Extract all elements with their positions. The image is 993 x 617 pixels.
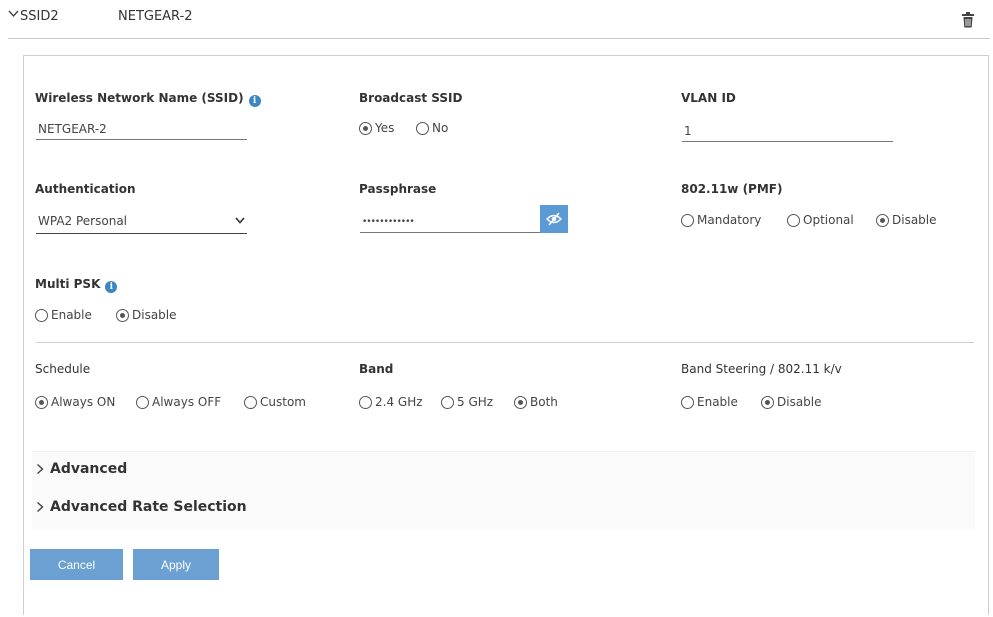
radio-label: Enable xyxy=(697,395,738,409)
advanced-toggle[interactable]: Advanced xyxy=(36,461,127,477)
radio-dot xyxy=(787,213,800,227)
radio-dot xyxy=(761,395,774,409)
radio-label: Always OFF xyxy=(152,395,222,409)
cancel-button[interactable]: Cancel xyxy=(30,549,123,580)
radio-label: Disable xyxy=(132,308,177,322)
broadcast-yes-radio[interactable]: Yes xyxy=(359,121,394,135)
band-2-4ghz-radio[interactable]: 2.4 GHz xyxy=(359,395,423,409)
radio-dot xyxy=(136,395,149,409)
radio-label: Both xyxy=(530,395,558,409)
ssid-field-label-wrap: Wireless Network Name (SSID) i xyxy=(35,91,261,107)
radio-dot xyxy=(116,308,129,322)
radio-dot xyxy=(359,395,372,409)
radio-label: Custom xyxy=(260,395,306,409)
multi-psk-label: Multi PSK xyxy=(35,277,101,291)
radio-label: Optional xyxy=(803,213,854,227)
band-steering-disable-radio[interactable]: Disable xyxy=(761,395,822,409)
radio-dot xyxy=(514,395,527,409)
ssid-field-label: Wireless Network Name (SSID) xyxy=(35,91,244,105)
show-password-button[interactable] xyxy=(540,205,568,233)
radio-label: Enable xyxy=(51,308,92,322)
pmf-disable-radio[interactable]: Disable xyxy=(876,213,937,227)
trash-icon[interactable] xyxy=(961,12,975,28)
schedule-always-off-radio[interactable]: Always OFF xyxy=(136,395,221,409)
advanced-rate-label: Advanced Rate Selection xyxy=(50,499,247,515)
radio-dot xyxy=(681,213,694,227)
broadcast-no-radio[interactable]: No xyxy=(416,121,448,135)
band-label: Band xyxy=(359,362,394,376)
radio-dot xyxy=(876,213,889,227)
ssid-header: SSID2 NETGEAR-2 xyxy=(0,0,993,40)
section-divider xyxy=(36,342,974,343)
apply-button[interactable]: Apply xyxy=(133,549,219,580)
ssid-settings-panel: Wireless Network Name (SSID) i NETGEAR-2 … xyxy=(23,55,989,615)
authentication-value: WPA2 Personal xyxy=(38,214,128,228)
broadcast-ssid-label: Broadcast SSID xyxy=(359,91,463,105)
radio-label: Yes xyxy=(375,121,395,135)
radio-label: Disable xyxy=(777,395,822,409)
info-icon[interactable]: i xyxy=(105,281,118,293)
band-both-radio[interactable]: Both xyxy=(514,395,558,409)
band-steering-enable-radio[interactable]: Enable xyxy=(681,395,738,409)
ssid-name-input[interactable]: NETGEAR-2 xyxy=(36,118,247,140)
schedule-custom-radio[interactable]: Custom xyxy=(244,395,306,409)
radio-label: Disable xyxy=(892,213,937,227)
radio-dot xyxy=(441,395,454,409)
vlan-id-input[interactable]: 1 xyxy=(682,120,893,142)
radio-dot xyxy=(681,395,694,409)
chevron-down-icon[interactable] xyxy=(8,8,19,19)
radio-dot xyxy=(244,395,257,409)
radio-label: Mandatory xyxy=(697,213,762,227)
radio-dot xyxy=(35,308,48,322)
band-5ghz-radio[interactable]: 5 GHz xyxy=(441,395,493,409)
header-divider xyxy=(8,38,990,39)
radio-label: No xyxy=(432,121,449,135)
pmf-label: 802.11w (PMF) xyxy=(681,182,783,196)
eye-slash-icon xyxy=(546,212,562,226)
chevron-right-icon xyxy=(37,463,44,475)
radio-label: 5 GHz xyxy=(457,395,494,409)
advanced-label: Advanced xyxy=(50,461,128,477)
multi-psk-disable-radio[interactable]: Disable xyxy=(116,308,177,322)
schedule-always-on-radio[interactable]: Always ON xyxy=(35,395,115,409)
pmf-mandatory-radio[interactable]: Mandatory xyxy=(681,213,761,227)
radio-dot xyxy=(416,121,429,135)
multi-psk-label-wrap: Multi PSK i xyxy=(35,277,118,293)
chevron-right-icon xyxy=(37,501,44,513)
authentication-label: Authentication xyxy=(35,182,136,196)
passphrase-label: Passphrase xyxy=(359,182,437,196)
ssid-name: NETGEAR-2 xyxy=(118,9,193,24)
band-steering-label: Band Steering / 802.11 k/v xyxy=(681,362,842,376)
radio-dot xyxy=(35,395,48,409)
pmf-optional-radio[interactable]: Optional xyxy=(787,213,854,227)
radio-label: 2.4 GHz xyxy=(375,395,423,409)
schedule-label: Schedule xyxy=(35,362,91,376)
radio-dot xyxy=(359,121,372,135)
multi-psk-enable-radio[interactable]: Enable xyxy=(35,308,92,322)
info-icon[interactable]: i xyxy=(248,95,261,107)
passphrase-input[interactable]: •••••••••••• xyxy=(360,211,540,233)
vlan-id-label: VLAN ID xyxy=(681,91,736,105)
ssid-label: SSID2 xyxy=(20,9,59,24)
advanced-section: Advanced Advanced Rate Selection xyxy=(32,451,975,529)
authentication-select[interactable]: WPA2 Personal xyxy=(36,210,247,234)
chevron-down-icon xyxy=(235,217,245,224)
advanced-rate-selection-toggle[interactable]: Advanced Rate Selection xyxy=(36,499,247,515)
radio-label: Always ON xyxy=(51,395,116,409)
